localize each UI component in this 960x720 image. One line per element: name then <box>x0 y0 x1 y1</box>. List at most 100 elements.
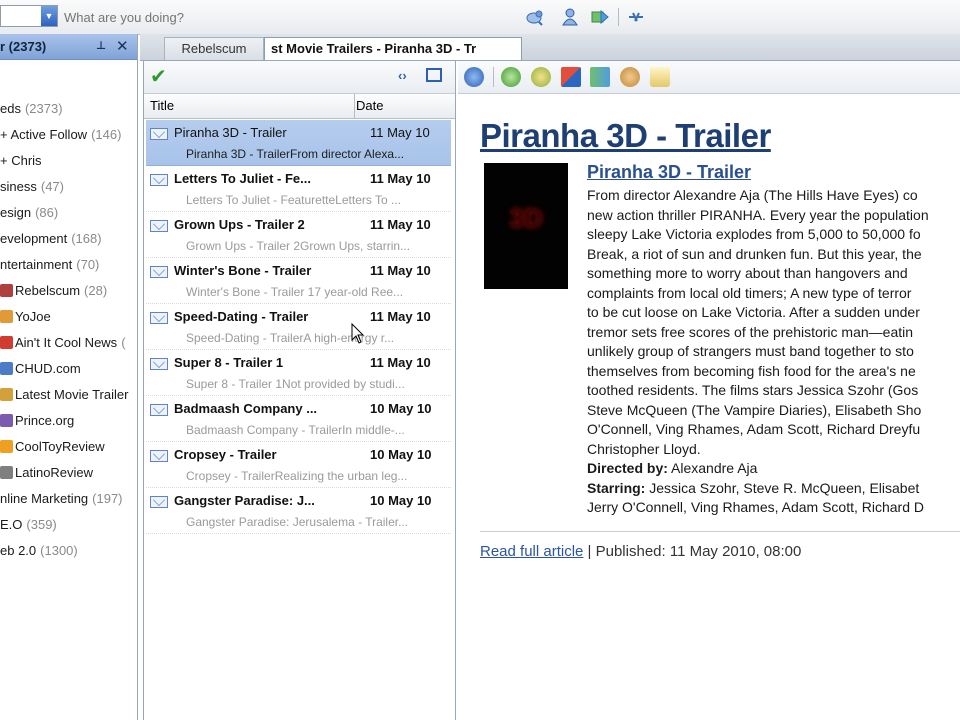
feed-item[interactable]: LatinoReview <box>0 460 137 486</box>
article-body-line: unlikely group of strangers must band to… <box>587 343 914 359</box>
message-row[interactable]: Piranha 3D - Trailer 11 May 10 Piranha 3D … <box>146 120 451 166</box>
feed-item[interactable]: esign (86) <box>0 200 137 226</box>
starring-label: Starring: <box>587 479 646 496</box>
reading-pane: Piranha 3D - Trailer 3D Piranha 3D - Tra… <box>458 61 960 720</box>
message-row[interactable]: Super 8 - Trailer 1 11 May 10 Super 8 - Tr… <box>146 350 451 396</box>
envelope-icon <box>150 128 168 140</box>
edit-icon[interactable] <box>531 67 551 87</box>
article-thumbnail[interactable]: 3D <box>484 163 568 289</box>
article-body-line: Christopher Lloyd. <box>587 440 701 457</box>
message-list-pane: ✔ ‹› Title Date Piranha 3D - Trailer 11 M… <box>143 61 456 720</box>
starring-continued: Jerry O'Connell, Ving Rhames, Adam Scott… <box>587 499 924 515</box>
message-snippet: Piranha 3D - TrailerFrom director Alexa.… <box>186 147 405 161</box>
article-body-line: Steve McQueen (The Vampire Diaries), Eli… <box>587 401 922 418</box>
forward-icon[interactable] <box>590 67 610 87</box>
message-snippet: Cropsey - TrailerRealizing the urban leg… <box>186 469 408 483</box>
message-row[interactable]: Winter's Bone - Trailer 11 May 10 Winter's… <box>146 258 451 304</box>
feed-item[interactable]: YoJoe <box>0 304 137 330</box>
mark-read-check-icon[interactable]: ✔ <box>150 64 167 89</box>
feed-item[interactable]: ntertainment (70) <box>0 252 137 278</box>
message-title: Piranha 3D - Trailer <box>174 125 287 140</box>
message-title: Super 8 - Trailer 1 <box>174 355 284 370</box>
column-date-header[interactable]: Date <box>350 94 456 118</box>
envelope-icon <box>150 174 168 186</box>
message-row[interactable]: Cropsey - Trailer 10 May 10 Cropsey - Trai… <box>146 442 451 488</box>
feed-item[interactable]: siness (47) <box>0 174 137 200</box>
message-date: 11 May 10 <box>370 355 431 370</box>
feed-item[interactable]: E.O (359) <box>0 512 137 538</box>
feed-item[interactable]: Latest Movie Trailer <box>0 382 137 408</box>
share-icon[interactable] <box>464 67 484 87</box>
user-icon[interactable] <box>620 67 640 87</box>
feed-item[interactable]: CHUD.com <box>0 356 137 382</box>
feed-label: Latest Movie Trailer <box>15 387 129 402</box>
envelope-icon <box>150 404 168 416</box>
message-date: 11 May 10 <box>370 171 431 186</box>
feed-unread-count: ( <box>121 335 126 350</box>
tab-latest-movie-trailers[interactable]: st Movie Trailers - Piranha 3D - Tr <box>264 37 522 60</box>
message-row[interactable]: Gangster Paradise: J... 10 May 10 Gangster… <box>146 488 451 534</box>
feed-label: YoJoe <box>15 309 51 324</box>
article-title[interactable]: Piranha 3D - Trailer <box>480 117 771 155</box>
account-selector[interactable]: ▼ <box>0 5 58 27</box>
twitter-bird-icon[interactable] <box>525 7 545 27</box>
message-snippet: Speed-Dating - TrailerA high-energy r... <box>186 331 395 345</box>
message-row[interactable]: Badmaash Company ... 10 May 10 Badmaash Co… <box>146 396 451 442</box>
feed-item[interactable]: eds (2373) <box>0 96 137 122</box>
published-date: | Published: 11 May 2010, 08:00 <box>583 543 802 560</box>
feed-unread-count: (2373) <box>24 101 63 116</box>
envelope-icon <box>150 450 168 462</box>
feed-unread-count: (28) <box>84 283 108 298</box>
feed-unread-count: (197) <box>92 491 123 506</box>
close-icon[interactable]: ✕ <box>116 34 129 59</box>
feed-unread-count: (146) <box>91 127 122 142</box>
message-snippet: Super 8 - Trailer 1Not provided by studi… <box>186 377 405 391</box>
feed-item[interactable]: + Active Follow (146) <box>0 122 137 148</box>
feed-pane-title: r (2373) <box>0 39 47 54</box>
message-date: 10 May 10 <box>370 401 432 416</box>
article-body-line: something more to worry about than hango… <box>587 265 908 281</box>
message-date: 10 May 10 <box>370 447 432 462</box>
chevron-down-icon[interactable]: ▼ <box>41 6 57 26</box>
feed-pane: r (2373) ⊥ ✕ eds (2373) + Active Follow (14… <box>0 34 138 720</box>
read-full-article-link[interactable]: Read full article <box>480 543 583 560</box>
message-row[interactable]: Letters To Juliet - Fe... 11 May 10 Letter… <box>146 166 451 212</box>
globe-icon[interactable] <box>501 67 521 87</box>
feed-item[interactable]: Rebelscum (28) <box>0 278 137 304</box>
feed-icon <box>0 466 13 479</box>
user-icon[interactable] <box>560 7 580 27</box>
envelope-icon <box>150 312 168 324</box>
feed-item[interactable]: nline Marketing (197) <box>0 486 137 512</box>
pin-icon[interactable]: ⊥ <box>96 34 106 59</box>
message-row[interactable]: Grown Ups - Trailer 2 11 May 10 Grown Ups … <box>146 212 451 258</box>
feed-item[interactable]: CoolToyReview <box>0 434 137 460</box>
feed-item[interactable]: + Chris <box>0 148 137 174</box>
message-date: 11 May 10 <box>370 217 431 232</box>
feed-icon <box>0 362 13 375</box>
feed-icon <box>0 284 13 297</box>
code-view-icon[interactable]: ‹› <box>398 68 407 83</box>
feed-item[interactable]: Ain't It Cool News( <box>0 330 137 356</box>
layout-toggle-icon[interactable] <box>426 68 442 82</box>
toolbar-separator <box>618 8 619 26</box>
envelope-icon <box>150 266 168 278</box>
status-input[interactable] <box>62 5 516 29</box>
column-header: Title Date <box>144 94 455 119</box>
feed-unread-count: (86) <box>35 205 59 220</box>
note-icon[interactable] <box>650 67 670 87</box>
directed-by: Directed by: Alexandre Aja <box>587 459 960 479</box>
article-subtitle-link[interactable]: Piranha 3D - Trailer <box>587 162 751 183</box>
message-row[interactable]: Speed-Dating - Trailer 11 May 10 Speed-Dat… <box>146 304 451 350</box>
column-title-header[interactable]: Title <box>144 94 355 118</box>
windows-icon[interactable] <box>561 67 581 87</box>
feed-item[interactable]: Prince.org <box>0 408 137 434</box>
feed-item[interactable]: evelopment (168) <box>0 226 137 252</box>
divider <box>480 531 960 532</box>
feed-label: LatinoReview <box>15 465 94 480</box>
tab-rebelscum[interactable]: Rebelscum <box>164 37 264 60</box>
forward-icon[interactable] <box>590 7 610 27</box>
feed-label: Rebelscum <box>15 283 81 298</box>
article-footer: Read full article | Published: 11 May 20… <box>480 543 801 560</box>
feed-item[interactable]: eb 2.0 (1300) <box>0 538 137 564</box>
link-icon[interactable] <box>626 7 646 27</box>
